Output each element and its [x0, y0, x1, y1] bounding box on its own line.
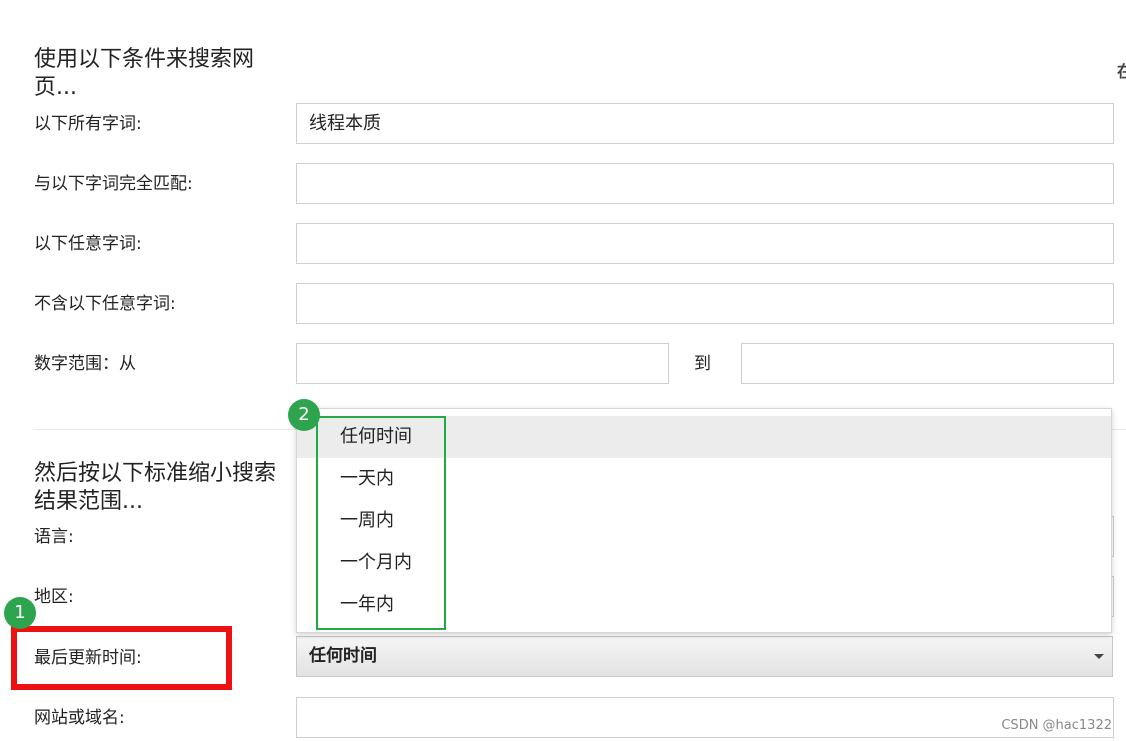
annotation-red-highlight	[11, 626, 232, 690]
annotation-badge-1: 1	[4, 597, 36, 629]
clipped-edge-text: 在	[1117, 62, 1126, 81]
region-label: 地区:	[34, 587, 74, 607]
number-range-label: 数字范围：从	[34, 354, 136, 374]
exact-phrase-label: 与以下字词完全匹配:	[34, 174, 193, 194]
chevron-down-icon	[1094, 654, 1104, 659]
annotation-green-highlight	[316, 416, 446, 630]
number-range-from-input[interactable]	[296, 343, 669, 384]
annotation-badge-2: 2	[288, 399, 320, 431]
last-update-selected-value: 任何时间	[309, 646, 377, 666]
none-words-label: 不含以下任意字词:	[34, 294, 176, 314]
number-range-to-input[interactable]	[741, 343, 1114, 384]
section-heading-narrow-results: 然后按以下标准缩小搜索结果范围...	[34, 461, 277, 514]
any-words-label: 以下任意字词:	[34, 234, 142, 254]
section-heading-search-criteria: 使用以下条件来搜索网页...	[34, 47, 255, 100]
watermark: CSDN @hac1322	[1001, 718, 1112, 733]
exact-phrase-input[interactable]	[296, 163, 1114, 204]
all-words-input[interactable]: 线程本质	[296, 103, 1114, 144]
site-input[interactable]	[296, 697, 1114, 738]
last-update-select[interactable]: 任何时间	[296, 636, 1113, 677]
any-words-input[interactable]	[296, 223, 1114, 264]
language-label: 语言:	[34, 527, 74, 547]
all-words-label: 以下所有字词:	[34, 114, 142, 134]
none-words-input[interactable]	[296, 283, 1114, 324]
site-label: 网站或域名:	[34, 708, 125, 728]
number-range-to-label: 到	[694, 354, 711, 374]
